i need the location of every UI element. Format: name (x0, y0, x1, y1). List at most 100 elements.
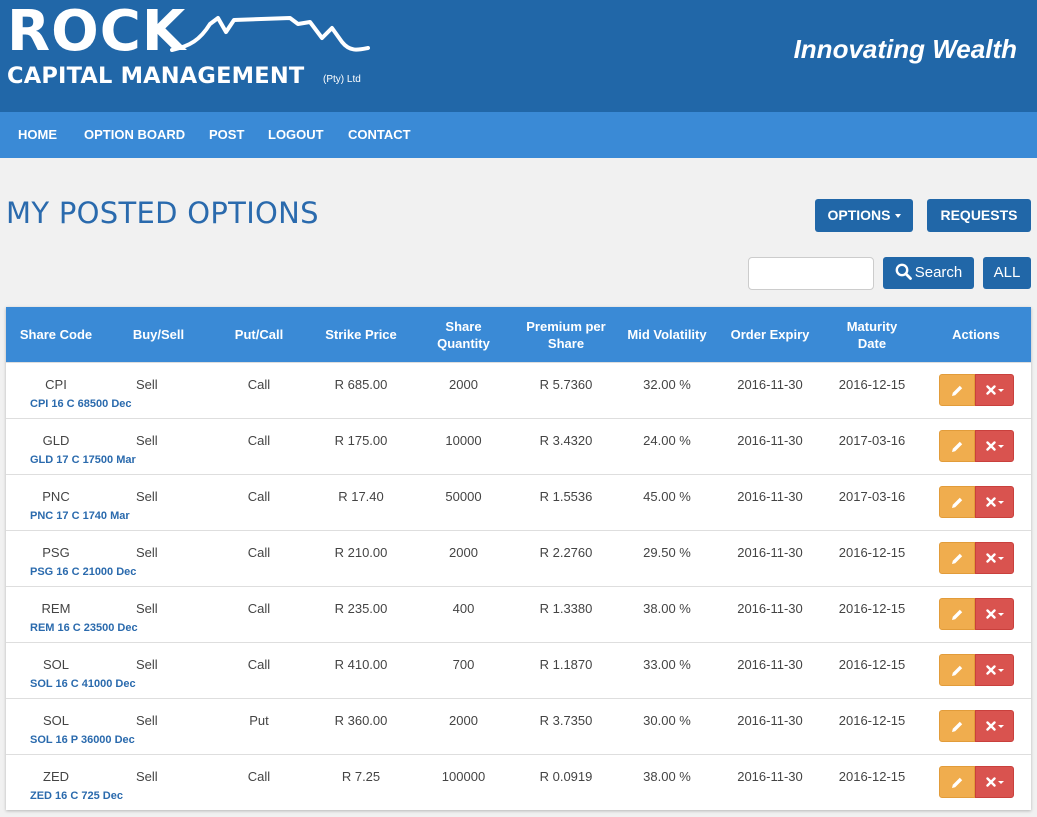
delete-dropdown-button[interactable] (975, 598, 1014, 630)
edit-button[interactable] (939, 542, 975, 574)
cell-buy-sell: Sell (136, 377, 158, 392)
nav-home[interactable]: HOME (18, 112, 57, 158)
cell-put-call: Call (247, 545, 271, 560)
nav-contact[interactable]: CONTACT (348, 112, 411, 158)
cell-maturity-date: 2016-12-15 (838, 713, 906, 728)
pencil-icon (951, 441, 962, 452)
cell-strike-price: R 410.00 (334, 657, 388, 672)
table-row: PSG Sell Call R 210.00 2000 R 2.2760 29.50 % 20… (6, 530, 1031, 586)
nav-logout[interactable]: LOGOUT (268, 112, 324, 158)
cell-option-symbol: REM 16 C 23500 Dec (30, 622, 138, 634)
all-button[interactable]: ALL (983, 257, 1031, 289)
cell-share-code: SOL (42, 657, 69, 672)
options-dropdown-button[interactable]: OPTIONS (815, 199, 913, 232)
cell-premium-per-share: R 1.5536 (539, 489, 593, 504)
cell-order-expiry: 2016-11-30 (737, 713, 803, 728)
cell-share-quantity: 400 (452, 601, 475, 616)
cell-maturity-date: 2017-03-16 (838, 489, 906, 504)
cell-put-call: Call (247, 601, 271, 616)
cell-put-call: Call (247, 377, 271, 392)
times-icon (985, 721, 996, 731)
cell-option-symbol: ZED 16 C 725 Dec (30, 790, 123, 802)
delete-dropdown-button[interactable] (975, 430, 1014, 462)
cell-premium-per-share: R 3.7350 (539, 713, 593, 728)
table-row: GLD Sell Call R 175.00 10000 R 3.4320 24.00 % 2… (6, 418, 1031, 474)
pencil-icon (951, 777, 962, 788)
cell-premium-per-share: R 5.7360 (539, 377, 593, 392)
times-icon (985, 777, 996, 787)
delete-dropdown-button[interactable] (975, 654, 1014, 686)
cell-share-code: PSG (42, 545, 70, 560)
cell-order-expiry: 2016-11-30 (737, 377, 803, 392)
cell-share-quantity: 2000 (449, 545, 478, 560)
search-icon (895, 263, 912, 280)
edit-button[interactable] (939, 486, 975, 518)
times-icon (985, 665, 996, 675)
tagline: Innovating Wealth (793, 34, 1017, 64)
cell-strike-price: R 235.00 (334, 601, 388, 616)
pencil-icon (951, 609, 962, 620)
site-header: ROCK CAPITAL MANAGEMENT (Pty) Ltd Innova… (0, 0, 1037, 112)
pencil-icon (951, 497, 962, 508)
delete-dropdown-button[interactable] (975, 766, 1014, 798)
delete-dropdown-button[interactable] (975, 542, 1014, 574)
caret-down-icon (997, 668, 1004, 672)
cell-buy-sell: Sell (136, 545, 158, 560)
header-share-code: Share Code (19, 327, 93, 342)
edit-button[interactable] (939, 766, 975, 798)
header-actions: Actions (952, 327, 1000, 342)
edit-button[interactable] (939, 430, 975, 462)
cell-maturity-date: 2016-12-15 (838, 769, 906, 784)
cell-maturity-date: 2016-12-15 (838, 377, 906, 392)
cell-share-code: PNC (42, 489, 70, 504)
header-order-expiry: Order Expiry (730, 327, 810, 342)
cell-share-quantity: 10000 (445, 433, 482, 448)
cell-mid-volatility: 24.00 % (643, 433, 691, 448)
cell-order-expiry: 2016-11-30 (737, 601, 803, 616)
cell-share-code: GLD (42, 433, 70, 448)
caret-down-icon (997, 724, 1004, 728)
cell-share-code: ZED (43, 769, 69, 784)
search-input[interactable] (748, 257, 874, 290)
edit-button[interactable] (939, 654, 975, 686)
nav-post[interactable]: POST (209, 112, 244, 158)
search-button-label: Search (914, 264, 963, 281)
pencil-icon (951, 721, 962, 732)
cell-order-expiry: 2016-11-30 (737, 489, 803, 504)
cell-maturity-date: 2017-03-16 (838, 433, 906, 448)
times-icon (985, 609, 996, 619)
edit-button[interactable] (939, 710, 975, 742)
cell-order-expiry: 2016-11-30 (737, 769, 803, 784)
cell-mid-volatility: 45.00 % (643, 489, 691, 504)
cell-strike-price: R 175.00 (334, 433, 388, 448)
logo-capital-text: CAPITAL MANAGEMENT (7, 63, 305, 89)
times-icon (985, 385, 996, 395)
cell-premium-per-share: R 2.2760 (539, 545, 593, 560)
delete-dropdown-button[interactable] (975, 374, 1014, 406)
header-strike-price: Strike Price (325, 327, 397, 342)
nav-option-board[interactable]: OPTION BOARD (84, 112, 185, 158)
cell-order-expiry: 2016-11-30 (737, 433, 803, 448)
edit-button[interactable] (939, 598, 975, 630)
delete-dropdown-button[interactable] (975, 486, 1014, 518)
cell-mid-volatility: 38.00 % (643, 769, 691, 784)
caret-down-icon (894, 214, 901, 219)
requests-button[interactable]: REQUESTS (927, 199, 1031, 232)
caret-down-icon (997, 388, 1004, 392)
cell-share-quantity: 2000 (449, 377, 478, 392)
cell-share-code: SOL (42, 713, 69, 728)
cell-buy-sell: Sell (136, 713, 158, 728)
search-button[interactable]: Search (883, 257, 974, 289)
main-nav: HOME OPTION BOARD POST LOGOUT CONTACT (0, 112, 1037, 158)
cell-option-symbol: GLD 17 C 17500 Mar (30, 454, 136, 466)
caret-down-icon (997, 612, 1004, 616)
caret-down-icon (997, 444, 1004, 448)
pencil-icon (951, 385, 962, 396)
cell-buy-sell: Sell (136, 433, 158, 448)
cell-buy-sell: Sell (136, 657, 158, 672)
page-title: MY POSTED OPTIONS (6, 196, 319, 230)
delete-dropdown-button[interactable] (975, 710, 1014, 742)
header-premium-per-share: Premium per Share (526, 318, 606, 351)
edit-button[interactable] (939, 374, 975, 406)
header-mid-volatility: Mid Volatility (627, 327, 707, 342)
